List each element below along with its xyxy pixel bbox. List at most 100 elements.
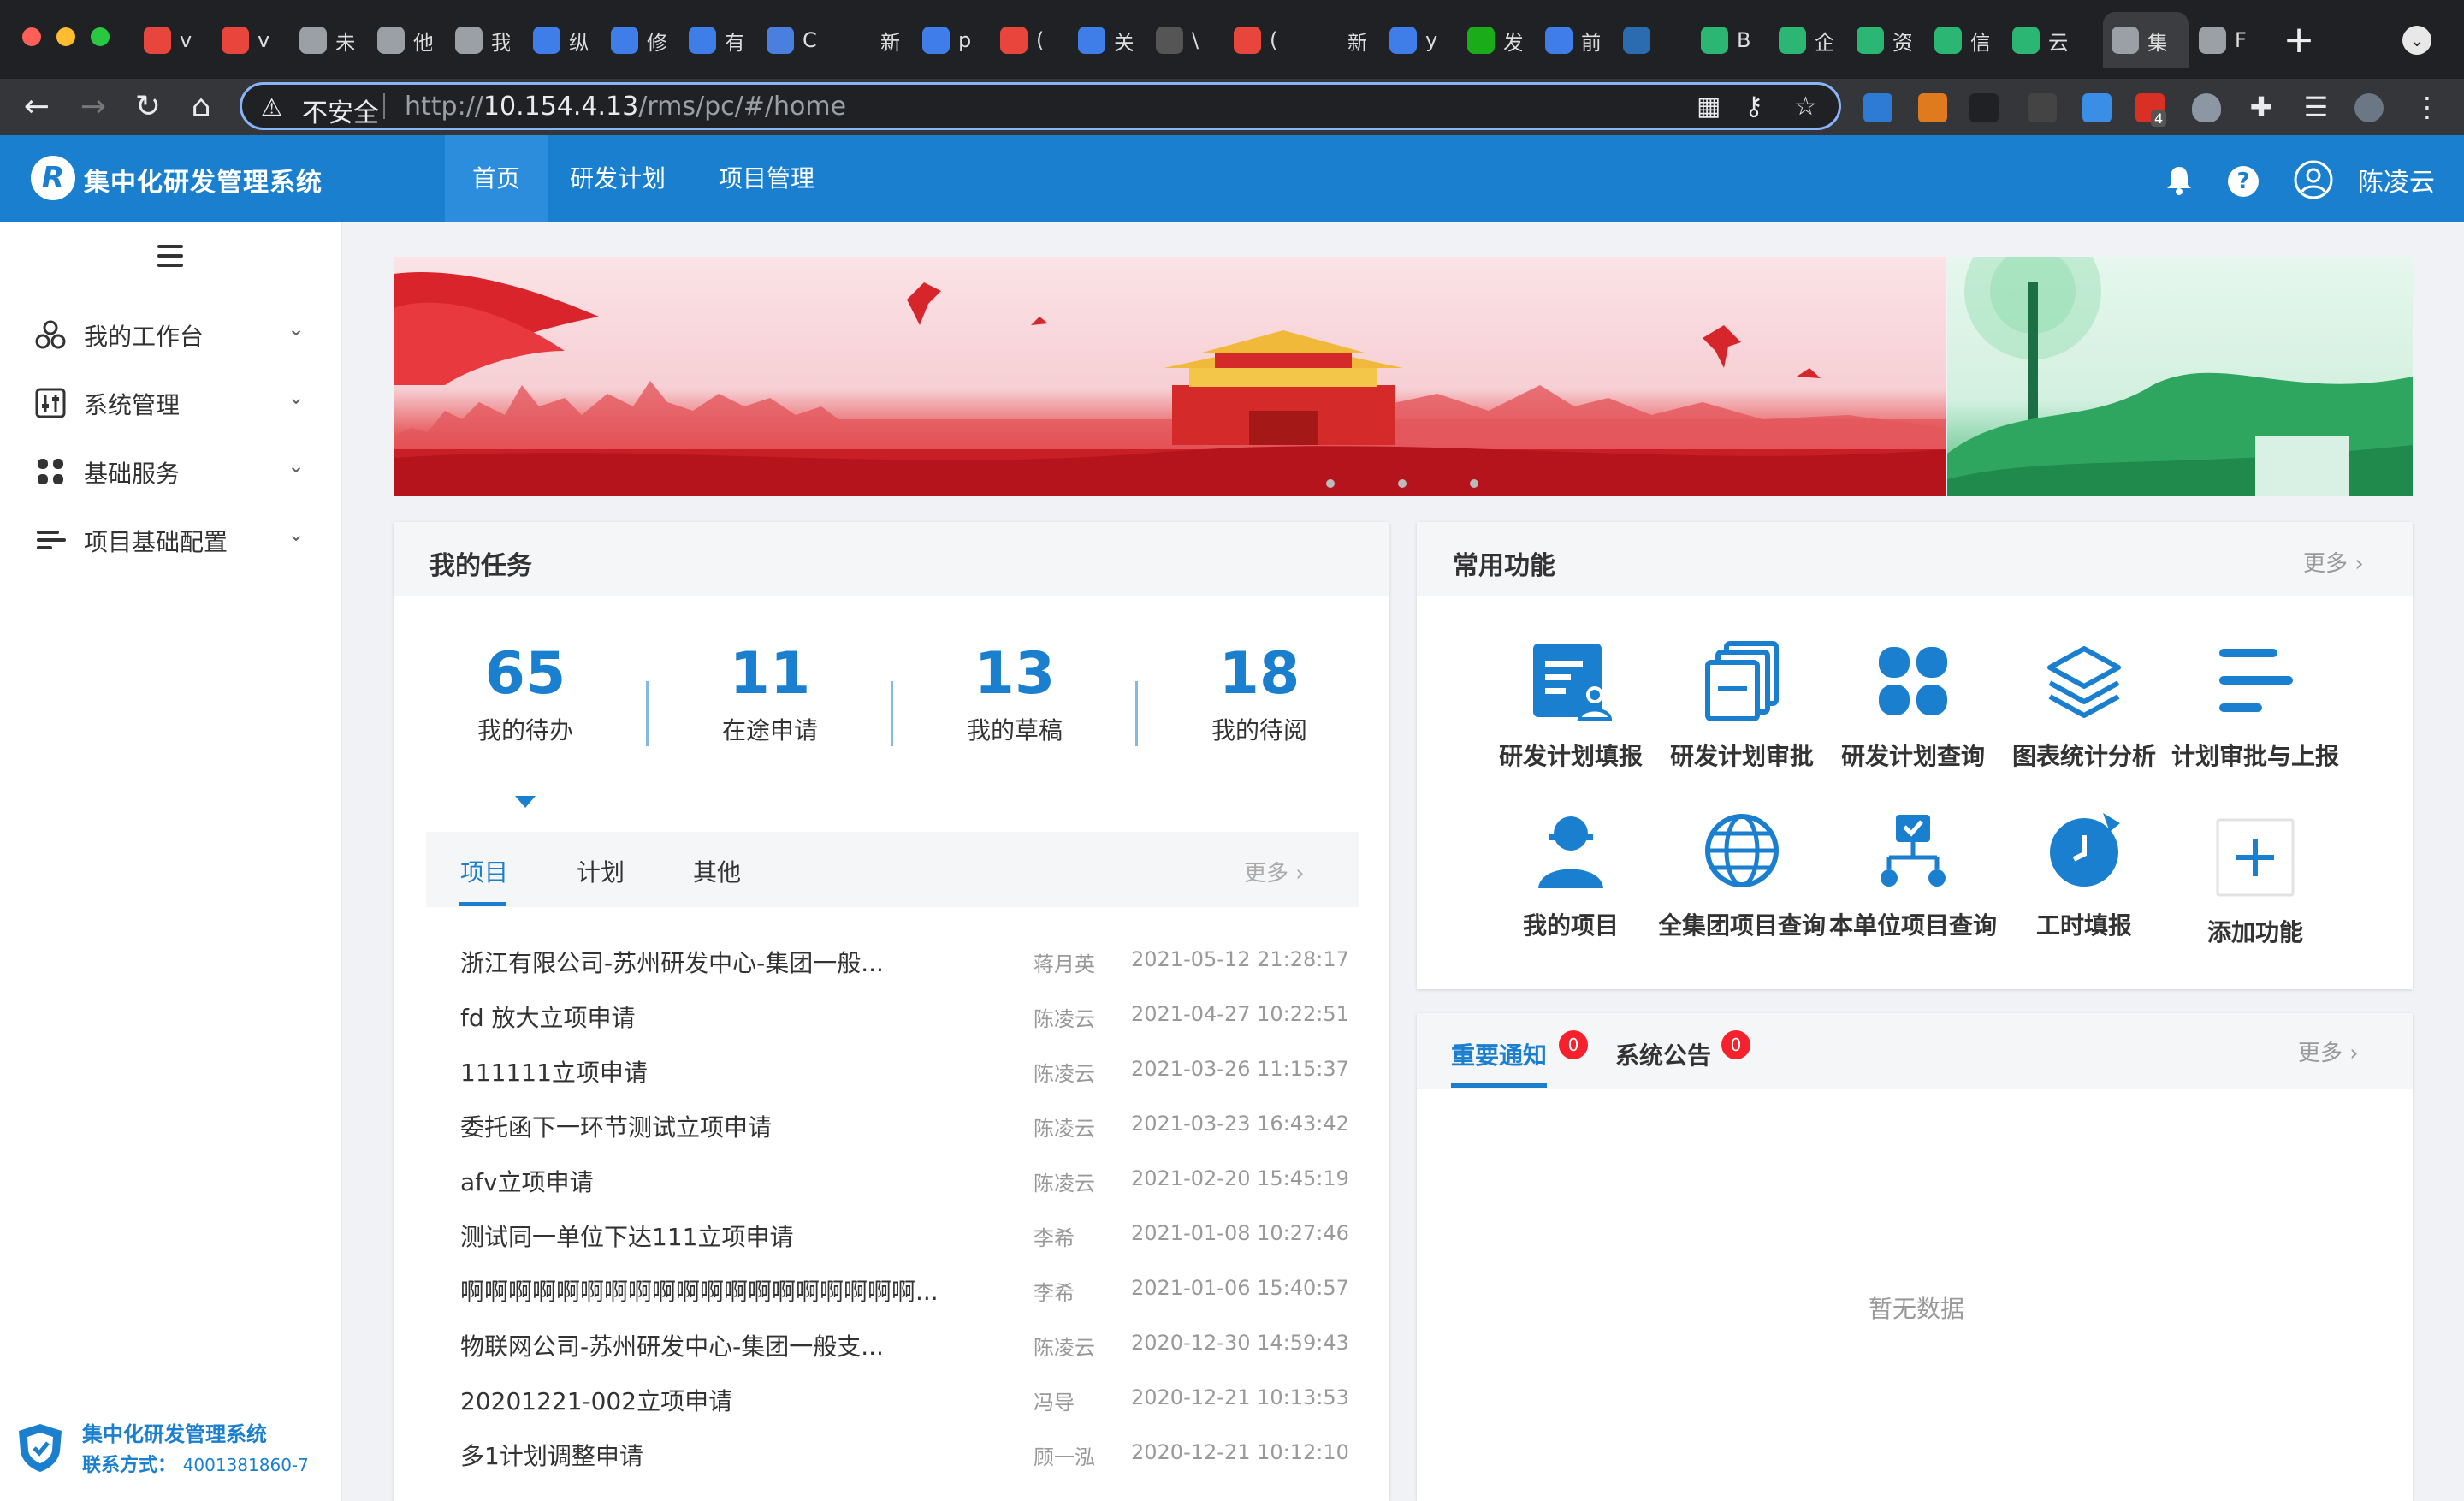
extension-red-icon[interactable]: 4 <box>2135 93 2167 127</box>
browser-tab[interactable]: p <box>914 12 989 68</box>
task-row[interactable]: 物联网公司-苏州研发中心-集团一般支... 陈凌云 2020-12-30 14:59… <box>460 1328 1349 1362</box>
help-icon[interactable]: ? <box>2228 166 2259 197</box>
browser-tab[interactable]: 云 <box>2004 12 2079 68</box>
bookmark-star-icon[interactable]: ☆ <box>1794 92 1817 122</box>
reading-list-icon[interactable]: ☰ <box>2295 79 2337 135</box>
browser-tab[interactable]: C <box>758 12 833 68</box>
carousel-dot-2[interactable] <box>1398 479 1407 488</box>
func-plan-fill[interactable]: 研发计划填报 <box>1485 640 1656 772</box>
back-icon[interactable]: ← <box>15 79 58 135</box>
browser-tab[interactable]: 信 <box>1926 12 2001 68</box>
browser-menu-icon[interactable]: ⋮ <box>2406 79 2449 135</box>
extension-s-icon[interactable] <box>1863 93 1892 122</box>
task-name[interactable]: fd 放大立项申请 <box>460 1000 636 1034</box>
task-row[interactable]: 多1计划调整申请 顾一泓 2020-12-21 10:12:10 <box>460 1438 1349 1472</box>
profile-avatar-icon[interactable] <box>2354 93 2384 122</box>
browser-tab[interactable]: B <box>1692 12 1768 68</box>
browser-tab[interactable]: 未 <box>291 12 366 68</box>
task-name[interactable]: 浙江有限公司-苏州研发中心-集团一般... <box>460 945 884 979</box>
stat-drafts[interactable]: 13 我的草稿 <box>921 644 1109 746</box>
browser-tab[interactable]: \ <box>1147 12 1223 68</box>
browser-tab[interactable]: ( <box>1225 12 1300 68</box>
task-name[interactable]: 多1计划调整申请 <box>460 1438 643 1472</box>
more-link[interactable]: 更多 › <box>2298 1035 2359 1067</box>
task-name[interactable]: 20201221-002立项申请 <box>460 1383 732 1417</box>
task-row[interactable]: 测试同一单位下达111立项申请 李希 2021-01-08 10:27:46 <box>460 1219 1349 1253</box>
task-name[interactable]: 111111立项申请 <box>460 1054 648 1089</box>
address-bar[interactable]: ⚠ 不安全 http://10.154.4.13/rms/pc/#/home ▦… <box>240 82 1841 130</box>
task-row[interactable]: 111111立项申请 陈凌云 2021-03-26 11:15:37 <box>460 1054 1349 1089</box>
extension-download-icon[interactable] <box>2082 93 2112 122</box>
browser-tab[interactable]: ( <box>992 12 1067 68</box>
browser-tab[interactable]: 新标签 <box>836 12 911 68</box>
browser-tab[interactable]: 发 <box>1459 12 1534 68</box>
browser-tab[interactable]: 企 <box>1770 12 1845 68</box>
browser-tab[interactable]: 他 <box>369 12 444 68</box>
browser-tab[interactable] <box>1614 12 1690 68</box>
task-row[interactable]: fd 放大立项申请 陈凌云 2021-04-27 10:22:51 <box>460 1000 1349 1034</box>
task-name[interactable]: afv立项申请 <box>460 1164 594 1198</box>
task-row[interactable]: 20201221-002立项申请 冯导 2020-12-21 10:13:53 <box>460 1383 1349 1417</box>
nav-project-management[interactable]: 项目管理 <box>691 135 842 222</box>
browser-tab[interactable]: 新标签 <box>1303 12 1378 68</box>
tab-other[interactable]: 其他 <box>693 854 741 888</box>
browser-tab[interactable]: F <box>2190 12 2266 68</box>
extension-x-icon[interactable] <box>1969 93 1999 122</box>
tab-important-notices[interactable]: 重要通知 <box>1451 1037 1547 1071</box>
stat-to-read[interactable]: 18 我的待阅 <box>1165 644 1353 746</box>
qr-code-icon[interactable]: ▦ <box>1697 92 1721 122</box>
extension-orange-icon[interactable] <box>1918 93 1947 122</box>
more-link[interactable]: 更多 › <box>1244 856 1305 887</box>
task-row[interactable]: 浙江有限公司-苏州研发中心-集团一般... 蒋月英 2021-05-12 21:28… <box>460 945 1349 979</box>
tab-system-announcements[interactable]: 系统公告 <box>1615 1037 1711 1071</box>
func-plan-query[interactable]: 研发计划查询 <box>1827 640 1999 772</box>
more-link[interactable]: 更多 › <box>2303 546 2364 578</box>
browser-tab[interactable]: 集 <box>2103 12 2189 68</box>
reload-icon[interactable]: ↻ <box>127 79 169 135</box>
func-timesheet[interactable]: 工时填报 <box>1999 810 2170 941</box>
browser-tab[interactable]: 前 <box>1537 12 1612 68</box>
browser-tab[interactable]: v <box>135 12 210 68</box>
func-approve-report[interactable]: 计划审批与上报 <box>2170 640 2341 772</box>
browser-tab[interactable]: 资 <box>1848 12 1923 68</box>
carousel-dot-3[interactable] <box>1470 479 1478 488</box>
sidebar-item-workbench[interactable]: 我的工作台 ⌄ <box>0 308 342 359</box>
browser-tab[interactable]: v <box>213 12 288 68</box>
task-name[interactable]: 物联网公司-苏州研发中心-集团一般支... <box>460 1328 884 1362</box>
browser-tab[interactable]: 纵 <box>524 12 600 68</box>
user-name[interactable]: 陈凌云 <box>2358 161 2435 199</box>
banner-carousel[interactable] <box>394 257 1946 496</box>
task-row[interactable]: 委托函下一环节测试立项申请 陈凌云 2021-03-23 16:43:42 <box>460 1109 1349 1143</box>
home-icon[interactable]: ⌂ <box>180 79 222 135</box>
nav-home[interactable]: 首页 <box>445 135 548 222</box>
tab-plans[interactable]: 计划 <box>577 854 625 888</box>
browser-tab[interactable]: 关 <box>1069 12 1145 68</box>
func-my-projects[interactable]: 我的项目 <box>1485 810 1656 941</box>
stat-todo[interactable]: 65 我的待办 <box>431 644 619 746</box>
browser-tab[interactable]: 有 <box>680 12 755 68</box>
window-zoom-button[interactable] <box>91 27 110 46</box>
nav-rd-plan[interactable]: 研发计划 <box>542 135 693 222</box>
browser-tab[interactable]: 修 <box>602 12 678 68</box>
task-name[interactable]: 委托函下一环节测试立项申请 <box>460 1109 772 1143</box>
key-icon[interactable]: ⚷ <box>1744 92 1763 122</box>
func-group-project-query[interactable]: 全集团项目查询 <box>1656 810 1827 941</box>
url-text[interactable]: http://10.154.4.13/rms/pc/#/home <box>405 92 846 122</box>
user-avatar-icon[interactable] <box>2293 159 2334 200</box>
carousel-dot-1[interactable] <box>1326 479 1335 488</box>
window-close-button[interactable] <box>22 27 41 46</box>
task-name[interactable]: 测试同一单位下达111立项申请 <box>460 1219 793 1253</box>
browser-tab[interactable]: 我 <box>447 12 522 68</box>
task-row[interactable]: afv立项申请 陈凌云 2021-02-20 15:45:19 <box>460 1164 1349 1198</box>
window-minimize-button[interactable] <box>56 27 75 46</box>
tab-projects[interactable]: 项目 <box>460 854 508 888</box>
sidebar-item-system-management[interactable]: 系统管理 ⌄ <box>0 377 342 428</box>
extension-shield-icon[interactable] <box>2192 93 2221 122</box>
browser-tab[interactable]: y <box>1381 12 1456 68</box>
forward-icon[interactable]: → <box>72 79 115 135</box>
new-tab-button[interactable]: + <box>2277 19 2320 62</box>
task-row[interactable]: 啊啊啊啊啊啊啊啊啊啊啊啊啊啊啊啊啊啊啊... 李希 2021-01-06 15:40… <box>460 1273 1349 1308</box>
sidebar-item-basic-services[interactable]: 基础服务 ⌄ <box>0 445 342 496</box>
stat-in-progress[interactable]: 11 在途申请 <box>676 644 864 746</box>
func-add[interactable]: 添加功能 <box>2170 816 2341 948</box>
